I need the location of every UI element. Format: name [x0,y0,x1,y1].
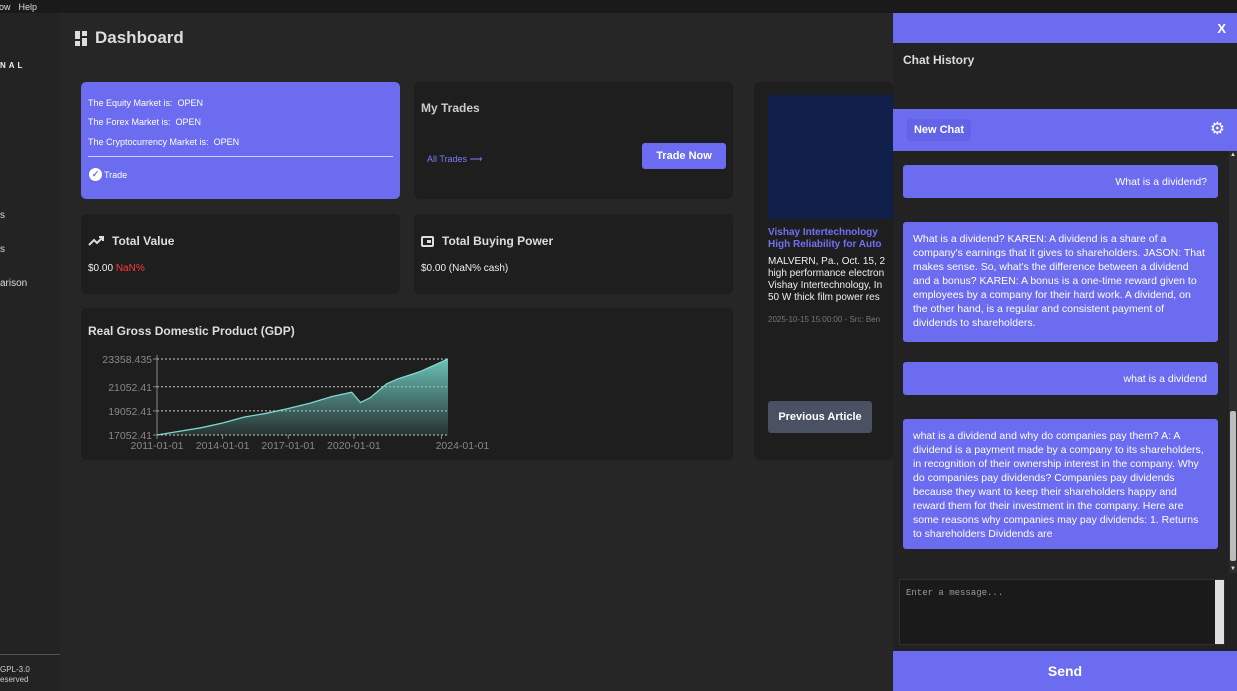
news-source: 2025-10-15 15:00:00 - Src: Ben [768,315,881,324]
chat-scroll-thumb[interactable] [1230,411,1236,561]
market-divider [88,156,393,157]
all-trades-link[interactable]: All Trades ⟶ [427,154,482,165]
news-card: Vishay Intertechnology High Reliability … [754,82,893,460]
bot-message: What is a dividend? KAREN: A dividend is… [903,222,1218,342]
forex-market-status: The Forex Market is: OPEN [88,117,202,127]
y-tick-label: 23358.435 [102,354,152,366]
x-tick-label: 2011-01-01 [131,440,184,452]
dashboard-icon [75,30,87,46]
news-headline[interactable]: Vishay Intertechnology High Reliability … [768,227,893,251]
previous-article-button[interactable]: Previous Article [768,401,872,433]
buying-power-card: Total Buying Power $0.00 (NaN% cash) [414,214,733,294]
user-message: what is a dividend [903,362,1218,395]
trending-up-icon [88,236,104,246]
chat-topbar: X [893,13,1237,43]
menu-bar: dow Help [0,0,1237,13]
rights-text: eserved [0,675,29,684]
trade-now-button[interactable]: Trade Now [642,143,726,169]
chat-messages[interactable]: What is a dividend? What is a dividend? … [893,151,1237,573]
user-message: What is a dividend? [903,165,1218,198]
x-tick-label: 2020-01-01 [327,440,381,452]
y-tick-label: 19052.41 [108,406,152,418]
news-body: MALVERN, Pa., Oct. 15, 2 high performanc… [768,256,886,303]
chat-panel: X Chat History New Chat ⚙ What is a divi… [893,13,1237,691]
x-tick-label: 2014-01-01 [196,440,250,452]
send-button[interactable]: Send [893,651,1237,691]
menu-window[interactable]: dow [0,2,11,12]
trade-link-label: Trade [104,169,128,180]
scroll-up-icon[interactable]: ▲ [1230,152,1236,158]
sidebar-item-comparison[interactable]: arison [0,278,27,289]
trade-link[interactable]: ✓ Trade [89,168,127,181]
license-text: GPL-3.0 [0,665,30,674]
news-image [768,95,893,219]
gdp-chart-card: Real Gross Domestic Product (GDP) 23358.… [81,308,733,460]
sidebar: NAL s s arison GPL-3.0 eserved [0,13,60,691]
page-title: Dashboard [75,28,184,48]
x-tick-label: 2024-01-01 [436,440,490,452]
page-title-text: Dashboard [95,28,184,47]
check-circle-icon: ✓ [89,168,102,181]
buying-power-amount: $0.00 (NaN% cash) [421,263,509,274]
x-tick-label: 2017-01-01 [261,440,315,452]
gear-icon[interactable]: ⚙ [1210,120,1225,137]
total-value-card: Total Value $0.00 NaN% [81,214,400,294]
menu-help[interactable]: Help [19,2,38,12]
gdp-area [157,359,448,435]
app-brand: NAL [0,61,26,70]
sidebar-item-2[interactable]: s [0,244,5,255]
equity-market-status: The Equity Market is: OPEN [88,98,204,108]
crypto-market-status: The Cryptocurrency Market is: OPEN [88,137,240,147]
chat-history-title: Chat History [903,53,975,67]
total-value-title: Total Value [88,234,174,248]
gdp-chart: 23358.43521052.4119052.4117052.412011-01… [102,354,490,452]
chat-toolbar: New Chat ⚙ [893,109,1237,151]
bot-message: what is a dividend and why do companies … [903,419,1218,549]
buying-power-title: Total Buying Power [421,234,553,248]
input-scrollbar[interactable] [1215,580,1224,644]
chat-scrollbar[interactable]: ▲ ▼ [1229,151,1237,573]
message-input[interactable] [900,580,1216,644]
y-tick-label: 21052.41 [108,382,152,394]
close-button[interactable]: X [1217,21,1226,36]
sidebar-divider [0,654,60,655]
my-trades-title: My Trades [421,101,480,115]
my-trades-card: My Trades All Trades ⟶ Trade Now [414,82,733,199]
market-status-card: The Equity Market is: OPEN The Forex Mar… [81,82,400,199]
total-value-amount: $0.00 NaN% [88,263,145,274]
new-chat-button[interactable]: New Chat [907,119,971,141]
wallet-icon [421,235,434,247]
sidebar-item-1[interactable]: s [0,210,5,221]
message-input-box [899,579,1225,645]
scroll-down-icon[interactable]: ▼ [1230,566,1236,572]
total-value-change: NaN% [115,263,145,274]
